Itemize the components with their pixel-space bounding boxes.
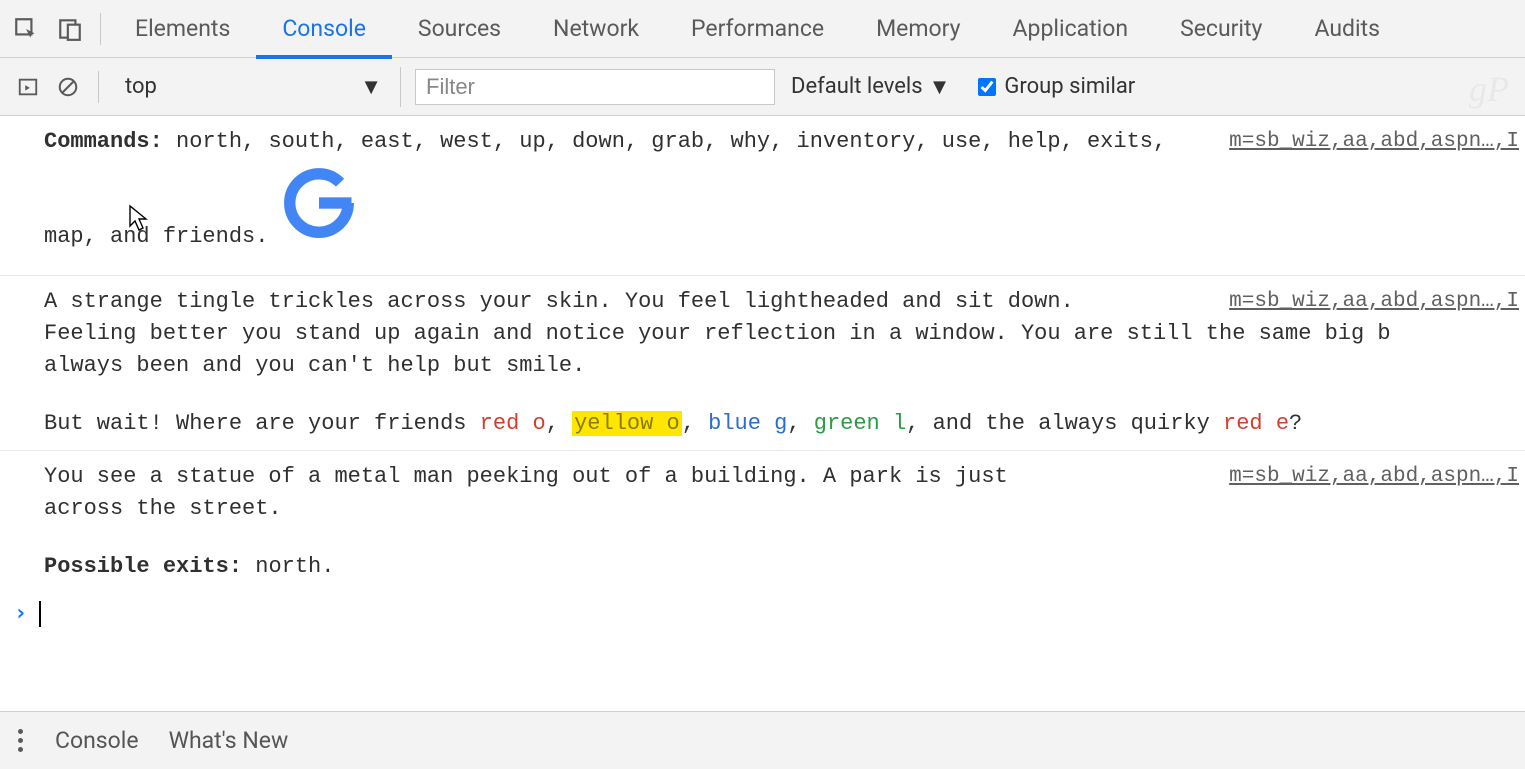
- source-link[interactable]: m=sb_wiz,aa,abd,aspn…,I: [1229, 126, 1525, 158]
- filter-input[interactable]: [415, 69, 775, 105]
- context-value: top: [125, 74, 157, 99]
- tab-elements[interactable]: Elements: [109, 0, 256, 58]
- chevron-down-icon: ▼: [360, 74, 382, 100]
- tab-console[interactable]: Console: [256, 0, 392, 58]
- tab-network[interactable]: Network: [527, 0, 665, 58]
- commands-label: Commands:: [44, 129, 163, 154]
- tab-application[interactable]: Application: [987, 0, 1155, 58]
- console-input[interactable]: [41, 598, 1401, 630]
- google-g-logo: [280, 164, 358, 253]
- tab-performance[interactable]: Performance: [665, 0, 850, 58]
- group-similar-toggle[interactable]: Group similar: [966, 74, 1147, 99]
- log-entry: m=sb_wiz,aa,abd,aspn…,I A strange tingle…: [0, 276, 1525, 451]
- filter-wrap: [400, 67, 775, 107]
- separator: [98, 71, 99, 103]
- log-entry: m=sb_wiz,aa,abd,aspn…,I Commands: north,…: [0, 116, 1525, 276]
- tab-audits[interactable]: Audits: [1288, 0, 1406, 58]
- drawer-tab-what-s-new[interactable]: What's New: [169, 727, 289, 754]
- levels-label: Default levels: [791, 74, 923, 99]
- friend-red-o: red o: [480, 411, 546, 436]
- tabs-container: ElementsConsoleSourcesNetworkPerformance…: [109, 0, 1406, 58]
- console-prompt[interactable]: ›: [0, 593, 1525, 635]
- text: , and the always quirky: [906, 411, 1223, 436]
- exits-line: Possible exits: north.: [44, 551, 1525, 583]
- source-link[interactable]: m=sb_wiz,aa,abd,aspn…,I: [1229, 286, 1525, 318]
- text: ?: [1289, 411, 1302, 436]
- group-similar-label: Group similar: [1004, 74, 1135, 99]
- separator: [100, 13, 101, 45]
- friend-blue-g: blue g: [708, 411, 787, 436]
- tab-sources[interactable]: Sources: [392, 0, 527, 58]
- clear-console-icon[interactable]: [50, 65, 86, 109]
- console-output: m=sb_wiz,aa,abd,aspn…,I Commands: north,…: [0, 116, 1525, 635]
- friends-line: But wait! Where are your friends red o , …: [44, 408, 1525, 440]
- source-link[interactable]: m=sb_wiz,aa,abd,aspn…,I: [1229, 461, 1525, 493]
- devtools-tabs: ElementsConsoleSourcesNetworkPerformance…: [0, 0, 1525, 58]
- text: Feeling better you stand up again and no…: [44, 321, 1391, 346]
- text: You see a statue of a metal man peeking …: [44, 464, 1008, 489]
- watermark: gP: [1469, 68, 1509, 110]
- drawer: Console What's New: [0, 711, 1525, 769]
- drawer-tabs: Console What's New: [55, 727, 288, 754]
- friend-green-l: green l: [814, 411, 906, 436]
- exits-label: Possible exits:: [44, 554, 242, 579]
- drawer-tab-console[interactable]: Console: [55, 727, 139, 754]
- chevron-down-icon: ▼: [929, 74, 951, 100]
- tab-security[interactable]: Security: [1154, 0, 1288, 58]
- execution-context-select[interactable]: top ▼: [111, 67, 396, 107]
- friend-yellow-o: yellow o: [572, 411, 682, 436]
- group-similar-checkbox[interactable]: [978, 78, 996, 96]
- text: across the street.: [44, 496, 282, 521]
- prompt-chevron-icon: ›: [14, 598, 27, 630]
- friend-red-e: red e: [1223, 411, 1289, 436]
- tab-memory[interactable]: Memory: [850, 0, 986, 58]
- drawer-menu-icon[interactable]: [10, 721, 31, 760]
- text: always been and you can't help but smile…: [44, 353, 585, 378]
- exits-value: north.: [242, 554, 334, 579]
- inspect-element-icon[interactable]: [4, 7, 48, 51]
- text: A strange tingle trickles across your sk…: [44, 289, 1074, 314]
- log-levels-select[interactable]: Default levels ▼: [779, 74, 962, 100]
- log-entry: m=sb_wiz,aa,abd,aspn…,I You see a statue…: [0, 451, 1525, 593]
- commands-list: north, south, east, west, up, down, grab…: [44, 129, 1166, 249]
- text: But wait! Where are your friends: [44, 411, 480, 436]
- console-toolbar: top ▼ Default levels ▼ Group similar gP: [0, 58, 1525, 116]
- show-console-sidebar-icon[interactable]: [10, 65, 46, 109]
- device-toolbar-icon[interactable]: [48, 7, 92, 51]
